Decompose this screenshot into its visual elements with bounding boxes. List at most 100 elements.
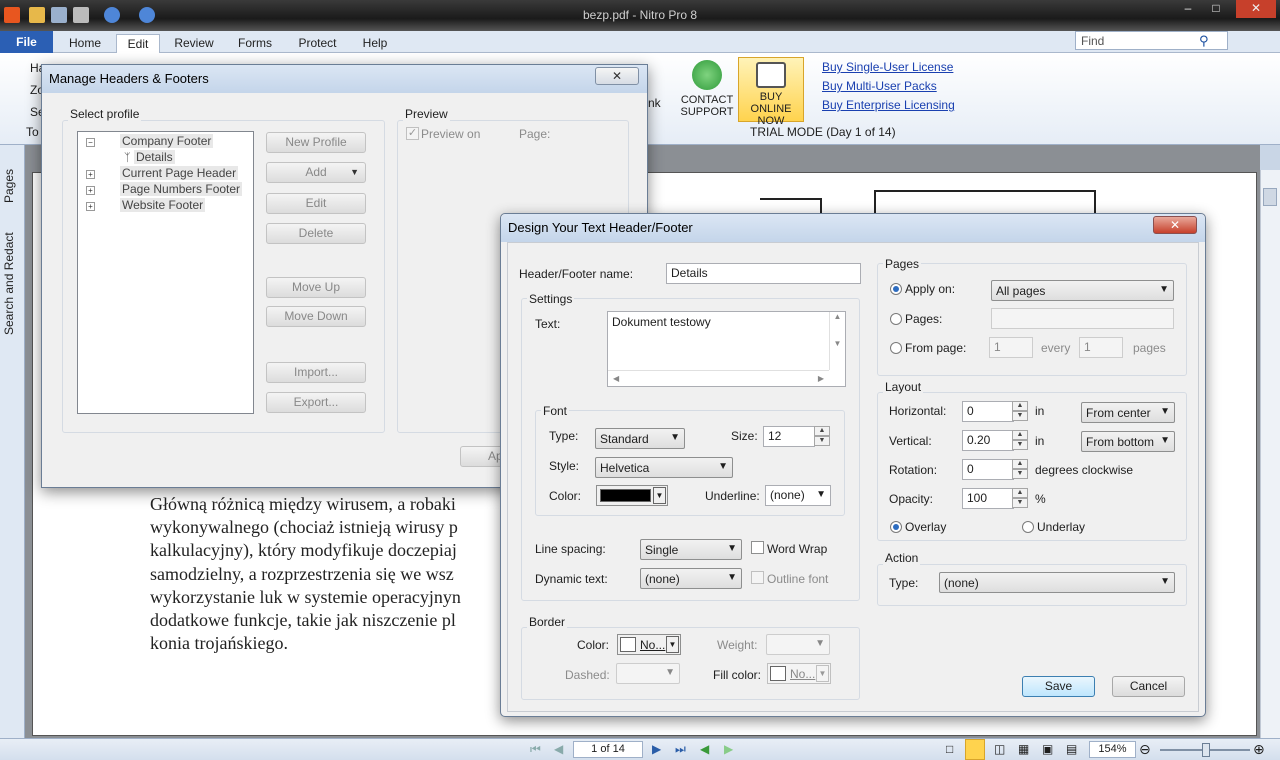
- buy-enterprise-link[interactable]: Buy Enterprise Licensing: [822, 98, 955, 112]
- tree-item-company-footer[interactable]: Company Footer: [120, 134, 214, 148]
- from-page-radio[interactable]: [890, 342, 902, 354]
- border-dashed-select[interactable]: ▼: [616, 663, 680, 684]
- dynamic-text-select[interactable]: (none) ▼: [640, 568, 742, 589]
- spin-down-icon[interactable]: ▼: [814, 436, 830, 446]
- font-type-select[interactable]: Standard ▼: [595, 428, 685, 449]
- first-page-icon[interactable]: ⏮: [530, 742, 541, 757]
- tree-expand-icon[interactable]: +: [86, 170, 95, 179]
- spin-down-icon[interactable]: ▼: [1012, 469, 1028, 479]
- tree-expand-icon[interactable]: +: [86, 202, 95, 211]
- tab-forms[interactable]: Forms: [230, 34, 280, 53]
- design-dialog-close-button[interactable]: ✕: [1153, 216, 1197, 234]
- buy-online-button[interactable]: BUY ONLINE NOW: [738, 57, 804, 127]
- cancel-button[interactable]: Cancel: [1112, 676, 1185, 697]
- spin-down-icon[interactable]: ▼: [1012, 498, 1028, 508]
- manage-dialog-close-button[interactable]: ✕: [595, 67, 639, 85]
- profile-tree[interactable]: − Company Footer ᛉ Details + Current Pag…: [77, 131, 254, 414]
- tab-help[interactable]: Help: [355, 34, 395, 53]
- prev-page-icon[interactable]: ◀: [554, 742, 563, 756]
- spin-up-icon[interactable]: ▲: [814, 426, 830, 436]
- word-wrap-checkbox[interactable]: [751, 541, 764, 554]
- text-area-hscroll[interactable]: ◀ ▶: [608, 370, 829, 386]
- tab-home[interactable]: Home: [60, 34, 110, 53]
- zoom-slider-thumb[interactable]: [1202, 743, 1210, 757]
- tab-protect[interactable]: Protect: [290, 34, 345, 53]
- tree-expand-icon[interactable]: +: [86, 186, 95, 195]
- tab-file[interactable]: File: [0, 31, 53, 53]
- line-spacing-select[interactable]: Single ▼: [640, 539, 742, 560]
- spin-up-icon[interactable]: ▲: [1012, 401, 1028, 411]
- single-page-icon[interactable]: □: [946, 742, 953, 756]
- every-input[interactable]: 1: [1079, 337, 1123, 358]
- add-button[interactable]: Add ▼: [266, 162, 366, 183]
- pages-panel-tab[interactable]: Pages: [2, 165, 22, 207]
- tree-collapse-icon[interactable]: −: [86, 138, 95, 147]
- save-button[interactable]: Save: [1022, 676, 1095, 697]
- pages-input[interactable]: [991, 308, 1174, 329]
- apply-on-select[interactable]: All pages ▼: [991, 280, 1174, 301]
- text-area-vscroll[interactable]: ▲ ▼: [829, 312, 845, 370]
- search-redact-panel-tab[interactable]: Search and Redact: [2, 230, 22, 338]
- minimize-button[interactable]: –: [1173, 0, 1203, 18]
- font-style-select[interactable]: Helvetica ▼: [595, 457, 733, 478]
- opacity-input[interactable]: 100: [962, 488, 1014, 509]
- tab-review[interactable]: Review: [168, 34, 220, 53]
- tree-item-website-footer[interactable]: Website Footer: [120, 198, 206, 212]
- zoom-level-input[interactable]: 154%: [1089, 741, 1136, 758]
- rotation-input[interactable]: 0: [962, 459, 1014, 480]
- font-size-input[interactable]: 12: [763, 426, 815, 447]
- overlay-radio[interactable]: [890, 521, 902, 533]
- action-type-select[interactable]: (none) ▼: [939, 572, 1175, 593]
- find-search-icon[interactable]: ⚲: [1199, 33, 1209, 49]
- export-button[interactable]: Export...: [266, 392, 366, 413]
- buy-single-user-link[interactable]: Buy Single-User License: [822, 60, 953, 74]
- contact-support-button[interactable]: CONTACT SUPPORT: [678, 60, 736, 118]
- fill-color-picker[interactable]: No... ▼: [767, 663, 831, 684]
- spin-up-icon[interactable]: ▲: [1012, 488, 1028, 498]
- last-page-icon[interactable]: ⏭: [675, 742, 686, 757]
- import-button[interactable]: Import...: [266, 362, 366, 383]
- from-page-input[interactable]: 1: [989, 337, 1033, 358]
- new-profile-button[interactable]: New Profile: [266, 132, 366, 153]
- spin-down-icon[interactable]: ▼: [1012, 440, 1028, 450]
- vertical-scrollbar[interactable]: [1260, 170, 1280, 738]
- preview-on-checkbox[interactable]: ✓: [406, 127, 419, 140]
- border-weight-select[interactable]: ▼: [766, 634, 830, 655]
- zoom-in-icon[interactable]: ⊕: [1253, 741, 1265, 758]
- horizontal-spinner[interactable]: ▲ ▼: [1012, 401, 1028, 422]
- fit-page-icon[interactable]: ▣: [1042, 742, 1053, 756]
- ribbon-partial-link[interactable]: nk: [648, 96, 661, 110]
- zoom-out-icon[interactable]: ⊖: [1139, 741, 1151, 758]
- vertical-input[interactable]: 0.20: [962, 430, 1014, 451]
- fit-width-icon[interactable]: ▤: [1066, 742, 1077, 756]
- horizontal-input[interactable]: 0: [962, 401, 1014, 422]
- opacity-spinner[interactable]: ▲ ▼: [1012, 488, 1028, 509]
- name-input[interactable]: Details: [666, 263, 861, 284]
- underlay-radio[interactable]: [1022, 521, 1034, 533]
- move-up-button[interactable]: Move Up: [266, 277, 366, 298]
- vertical-spinner[interactable]: ▲ ▼: [1012, 430, 1028, 451]
- close-window-button[interactable]: ✕: [1236, 0, 1276, 18]
- edit-button[interactable]: Edit: [266, 193, 366, 214]
- next-page-icon[interactable]: ▶: [652, 742, 661, 756]
- border-color-picker[interactable]: No... ▼: [617, 634, 681, 655]
- continuous-page-icon[interactable]: [965, 739, 985, 760]
- buy-multi-user-link[interactable]: Buy Multi-User Packs: [822, 79, 937, 93]
- delete-button[interactable]: Delete: [266, 223, 366, 244]
- maximize-button[interactable]: □: [1201, 0, 1231, 18]
- rotation-spinner[interactable]: ▲ ▼: [1012, 459, 1028, 480]
- tree-item-page-numbers-footer[interactable]: Page Numbers Footer: [120, 182, 243, 196]
- back-view-icon[interactable]: ◀: [700, 742, 709, 756]
- facing-page-icon[interactable]: ◫: [994, 742, 1005, 756]
- horizontal-reference-select[interactable]: From center ▼: [1081, 402, 1175, 423]
- page-number-input[interactable]: 1 of 14: [573, 741, 643, 758]
- zoom-slider[interactable]: [1160, 743, 1250, 757]
- pages-radio[interactable]: [890, 313, 902, 325]
- font-color-picker[interactable]: ▼: [596, 485, 668, 506]
- text-area[interactable]: Dokument testowy ▲ ▼ ◀ ▶: [607, 311, 846, 387]
- spin-down-icon[interactable]: ▼: [1012, 411, 1028, 421]
- spin-up-icon[interactable]: ▲: [1012, 430, 1028, 440]
- apply-on-radio[interactable]: [890, 283, 902, 295]
- vertical-reference-select[interactable]: From bottom ▼: [1081, 431, 1175, 452]
- forward-view-icon[interactable]: ▶: [724, 742, 733, 756]
